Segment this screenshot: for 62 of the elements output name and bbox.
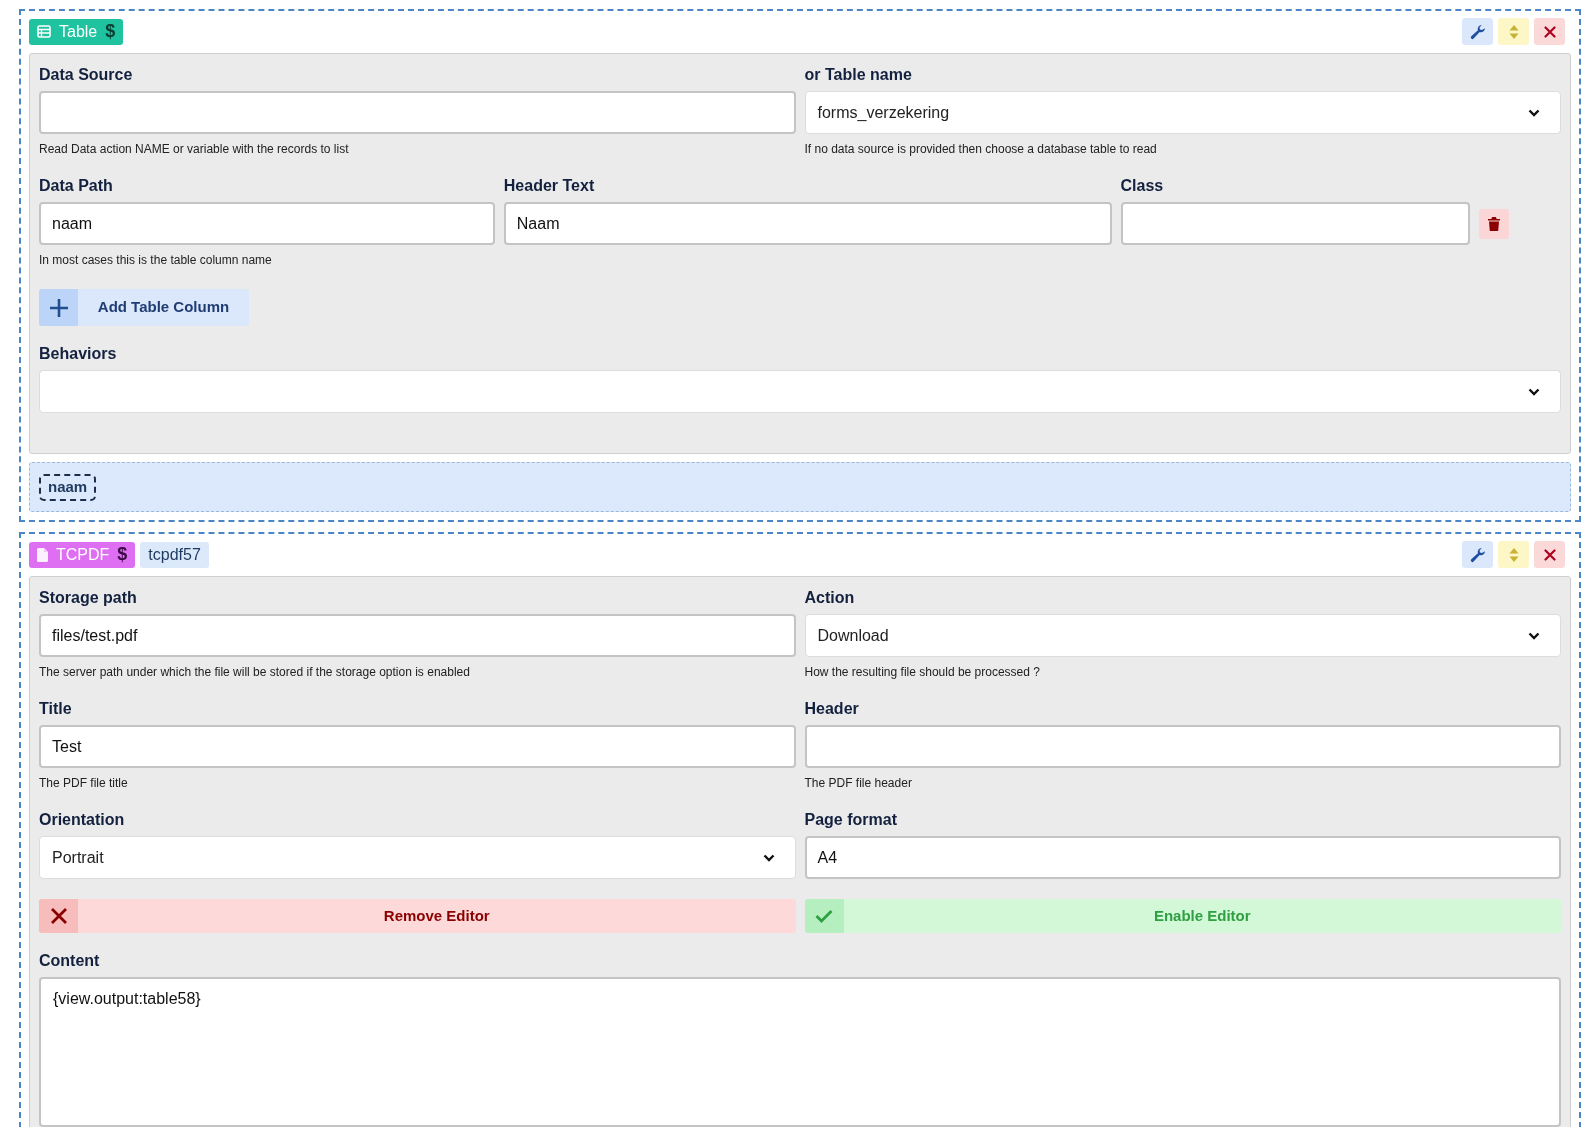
field-label: Content (39, 951, 101, 971)
chevron-down-icon (762, 853, 775, 862)
field-label: Orientation (39, 810, 126, 830)
chevron-down-icon (1528, 387, 1540, 396)
select-field[interactable]: forms_verzekering (804, 91, 1561, 134)
field-label: Header (804, 699, 860, 719)
chevron-down-icon (1528, 631, 1540, 640)
help-text: If no data source is provided then choose a database table to read (804, 141, 1158, 158)
close-icon (49, 907, 68, 925)
input-field[interactable]: Naam (503, 202, 1112, 245)
select-field[interactable]: Download (804, 614, 1561, 657)
input-field[interactable]: naam (39, 202, 495, 245)
settings-button[interactable] (1462, 18, 1493, 45)
close-icon (1543, 25, 1556, 38)
column-chip[interactable]: naam (39, 473, 97, 501)
check-icon (815, 909, 833, 923)
help-text: The PDF file title (39, 775, 129, 792)
field-label: Behaviors (39, 344, 118, 364)
field-label: Data Source (39, 65, 134, 85)
chevron-down-icon (1528, 108, 1540, 117)
settings-button[interactable] (1462, 541, 1493, 568)
field-label: or Table name (804, 65, 913, 85)
wrench-icon (1469, 546, 1486, 563)
remove-editor-button[interactable]: Remove Editor (39, 899, 796, 933)
table-icon (37, 25, 51, 38)
move-button[interactable] (1498, 18, 1529, 45)
input-field[interactable] (804, 725, 1561, 768)
wrench-icon (1469, 23, 1486, 40)
close-icon (1543, 548, 1556, 561)
type-badge: TCPDF $ (29, 541, 136, 568)
input-field[interactable]: files/test.pdf (39, 614, 796, 657)
help-text: The PDF file header (804, 775, 913, 792)
select-field[interactable] (39, 370, 1561, 413)
help-text: Read Data action NAME or variable with the records to list (39, 141, 350, 158)
field-label: Action (804, 588, 856, 608)
help-text: In most cases this is the table column name (39, 252, 273, 269)
delete-button[interactable] (1479, 209, 1509, 239)
field-label: Title (39, 699, 73, 719)
trash-icon (1487, 216, 1501, 232)
close-button[interactable] (1534, 541, 1565, 568)
file-icon (37, 547, 48, 562)
field-label: Header Text (503, 176, 596, 196)
field-label: Storage path (39, 588, 138, 608)
field-label: Class (1120, 176, 1165, 196)
name-tag: tcpdf57 (140, 541, 209, 568)
help-text: How the resulting file should be processed ? (804, 664, 1041, 681)
text-area[interactable]: {view.output:table58} (39, 977, 1561, 1127)
input-field[interactable] (39, 91, 796, 134)
input-field[interactable] (1120, 202, 1470, 245)
close-button[interactable] (1534, 18, 1565, 45)
help-text: The server path under which the file will be stored if the storage option is enabled (39, 664, 471, 681)
move-button[interactable] (1498, 541, 1529, 568)
sort-icon (1508, 23, 1519, 40)
sort-icon (1508, 546, 1519, 563)
select-field[interactable]: Portrait (39, 836, 796, 879)
input-field[interactable]: A4 (804, 836, 1561, 879)
field-label: Data Path (39, 176, 114, 196)
plus-icon (48, 297, 69, 318)
field-label: Page format (804, 810, 898, 830)
add-column-button[interactable]: Add Table Column (39, 289, 249, 326)
type-badge: Table $ (29, 18, 124, 45)
input-field[interactable]: Test (39, 725, 796, 768)
